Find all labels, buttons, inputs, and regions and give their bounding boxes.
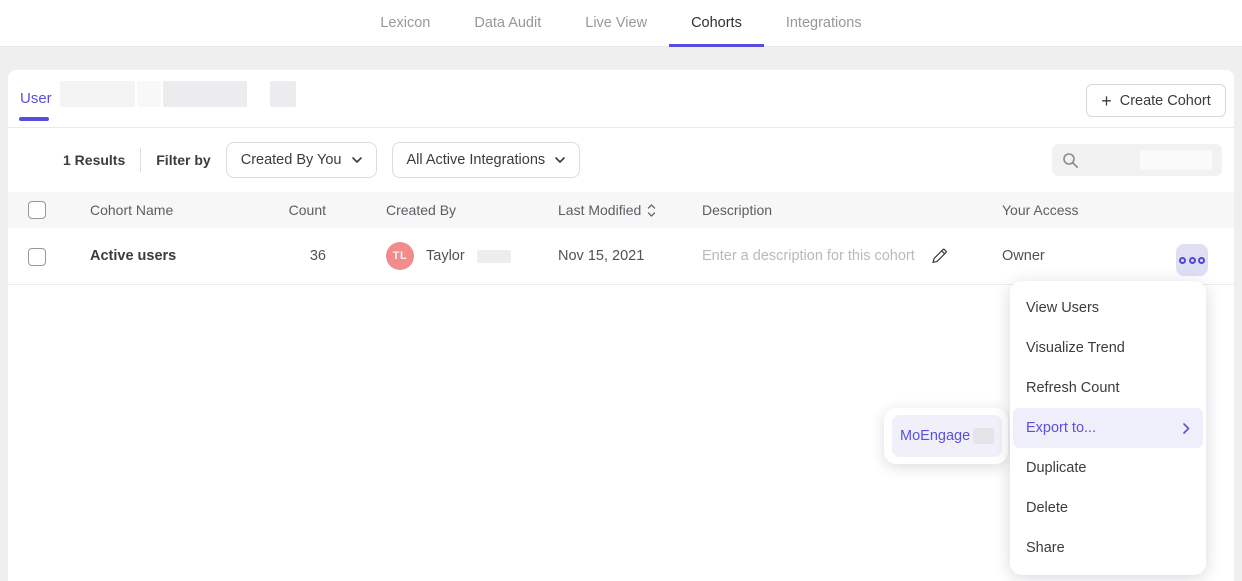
chevron-down-icon bbox=[555, 157, 565, 163]
column-header-last-modified[interactable]: Last Modified bbox=[558, 202, 656, 218]
column-header-last-modified-label: Last Modified bbox=[558, 202, 641, 218]
redacted-block bbox=[163, 81, 247, 107]
search-icon bbox=[1062, 152, 1079, 169]
column-header-created-by: Created By bbox=[386, 202, 456, 218]
menu-item-delete[interactable]: Delete bbox=[1010, 488, 1206, 528]
divider bbox=[140, 148, 141, 172]
menu-item-visualize-trend[interactable]: Visualize Trend bbox=[1010, 328, 1206, 368]
column-header-description: Description bbox=[702, 202, 772, 218]
column-header-cohort-name: Cohort Name bbox=[90, 202, 173, 218]
redacted-block bbox=[60, 81, 135, 107]
table-row: Active users 36 TL Taylor Nov 15, 2021 E… bbox=[8, 228, 1234, 285]
description-input[interactable]: Enter a description for this cohort bbox=[702, 248, 915, 264]
nav-tab-live-view[interactable]: Live View bbox=[563, 0, 669, 46]
chevron-right-icon bbox=[1183, 423, 1190, 434]
create-cohort-label: Create Cohort bbox=[1120, 93, 1211, 109]
menu-item-export-to[interactable]: Export to... bbox=[1013, 408, 1203, 448]
submenu-item-moengage[interactable]: MoEngage bbox=[892, 415, 1002, 457]
created-by-cell: TL Taylor bbox=[386, 242, 511, 270]
last-modified-date: Nov 15, 2021 bbox=[558, 248, 644, 264]
integrations-dropdown-label: All Active Integrations bbox=[407, 152, 546, 168]
redacted-block bbox=[270, 81, 296, 107]
filter-by-label: Filter by bbox=[156, 152, 210, 168]
created-by-dropdown-label: Created By You bbox=[241, 152, 342, 168]
cohort-name-link[interactable]: Active users bbox=[90, 248, 176, 264]
menu-item-share[interactable]: Share bbox=[1010, 528, 1206, 568]
export-to-submenu: MoEngage bbox=[884, 408, 1008, 464]
redacted-block bbox=[477, 250, 511, 263]
redacted-block bbox=[1140, 150, 1212, 170]
table-header-row: Cohort Name Count Created By Last Modifi… bbox=[8, 192, 1234, 228]
plus-icon: + bbox=[1101, 92, 1112, 110]
divider bbox=[8, 127, 1234, 128]
create-cohort-button[interactable]: + Create Cohort bbox=[1086, 84, 1226, 117]
row-actions-menu-button[interactable] bbox=[1176, 244, 1208, 276]
column-header-count: Count bbox=[238, 202, 326, 218]
pencil-icon[interactable] bbox=[930, 247, 949, 266]
search-input[interactable] bbox=[1052, 144, 1222, 176]
dot-icon bbox=[1198, 257, 1205, 264]
chevron-down-icon bbox=[352, 157, 362, 163]
redacted-block bbox=[973, 428, 994, 444]
row-checkbox[interactable] bbox=[28, 248, 46, 266]
access-level: Owner bbox=[1002, 248, 1045, 264]
nav-tab-cohorts[interactable]: Cohorts bbox=[669, 0, 764, 46]
sort-icon[interactable] bbox=[647, 204, 656, 217]
filter-bar: 1 Results Filter by Created By You All A… bbox=[63, 142, 580, 178]
tab-user-cohorts[interactable]: User bbox=[20, 90, 52, 107]
row-actions-context-menu: View Users Visualize Trend Refresh Count… bbox=[1010, 281, 1206, 575]
avatar: TL bbox=[386, 242, 414, 270]
select-all-checkbox[interactable] bbox=[28, 201, 46, 219]
created-by-dropdown[interactable]: Created By You bbox=[226, 142, 377, 178]
menu-item-export-to-label: Export to... bbox=[1026, 420, 1096, 436]
dot-icon bbox=[1179, 257, 1186, 264]
menu-item-refresh-count[interactable]: Refresh Count bbox=[1010, 368, 1206, 408]
nav-tab-lexicon[interactable]: Lexicon bbox=[358, 0, 452, 46]
submenu-item-moengage-label: MoEngage bbox=[900, 428, 970, 444]
creator-name: Taylor bbox=[426, 248, 465, 264]
top-nav: Lexicon Data Audit Live View Cohorts Int… bbox=[0, 0, 1242, 47]
menu-item-duplicate[interactable]: Duplicate bbox=[1010, 448, 1206, 488]
active-tab-underline bbox=[19, 117, 49, 121]
nav-tab-data-audit[interactable]: Data Audit bbox=[452, 0, 563, 46]
results-count: 1 Results bbox=[63, 152, 125, 168]
redacted-block bbox=[137, 81, 161, 107]
menu-item-view-users[interactable]: View Users bbox=[1010, 288, 1206, 328]
nav-tab-integrations[interactable]: Integrations bbox=[764, 0, 884, 46]
column-header-your-access: Your Access bbox=[1002, 202, 1079, 218]
dot-icon bbox=[1189, 257, 1196, 264]
integrations-dropdown[interactable]: All Active Integrations bbox=[392, 142, 581, 178]
cohort-count: 36 bbox=[238, 248, 326, 264]
